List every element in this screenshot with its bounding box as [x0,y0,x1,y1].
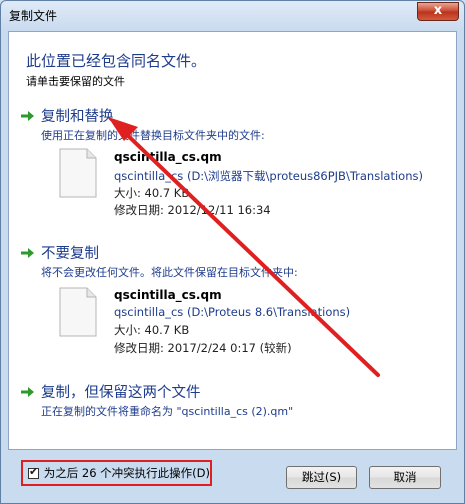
option-copy-and-replace[interactable]: 复制和替换 使用正在复制的文件替换目标文件夹中的文件: qscintilla_c… [21,105,441,225]
green-arrow-icon [21,248,34,258]
close-button[interactable]: x [417,2,459,21]
option-title: 复制和替换 [41,109,114,125]
option-dont-copy[interactable]: 不要复制 将不会更改任何文件。将此文件保留在目标文件夹中: qscintilla… [21,242,441,362]
option-title: 复制，但保留这两个文件 [41,385,201,401]
copy-file-dialog: 复制文件 x 此位置已经包含同名文件。 请单击要保留的文件 复制和替换 使用正在… [0,0,465,504]
skip-button[interactable]: 跳过(S) [286,466,357,489]
file-size: 大小: 40.7 KB [114,186,190,200]
dialog-subheading: 请单击要保留的文件 [26,75,125,88]
file-modified-date: 修改日期: 2017/2/24 0:17 (较新) [114,341,292,355]
option-description: 将不会更改任何文件。将此文件保留在目标文件夹中: [41,266,298,279]
dialog-content: 此位置已经包含同名文件。 请单击要保留的文件 复制和替换 使用正在复制的文件替换… [8,31,457,450]
option-title: 不要复制 [41,246,99,262]
apply-to-all-checkbox-row[interactable]: 为之后 26 个冲突执行此操作(D) [21,460,212,486]
apply-to-all-label: 为之后 26 个冲突执行此操作(D) [43,466,210,480]
cancel-button[interactable]: 取消 [369,466,441,489]
file-name: qscintilla_cs.qm [114,150,222,164]
option-description: 使用正在复制的文件替换目标文件夹中的文件: [41,129,265,142]
window-title: 复制文件 [9,9,58,23]
option-description: 正在复制的文件将重命名为 "qscintilla_cs (2).qm" [41,405,294,418]
title-bar: 复制文件 x [1,1,464,31]
apply-to-all-checkbox[interactable] [28,465,39,479]
green-arrow-icon [21,387,34,397]
file-path: qscintilla_cs (D:\浏览器下载\proteus86PJB\Tra… [114,169,423,183]
dialog-heading: 此位置已经包含同名文件。 [26,52,207,70]
green-arrow-icon [21,111,34,121]
file-path: qscintilla_cs (D:\Proteus 8.6\Translatio… [114,305,351,319]
file-name: qscintilla_cs.qm [114,288,222,302]
option-copy-keep-both[interactable]: 复制，但保留这两个文件 正在复制的文件将重命名为 "qscintilla_cs … [21,381,441,426]
file-size: 大小: 40.7 KB [114,323,190,337]
file-icon [59,287,97,337]
file-icon [59,148,97,198]
file-modified-date: 修改日期: 2012/12/11 16:34 [114,203,271,217]
